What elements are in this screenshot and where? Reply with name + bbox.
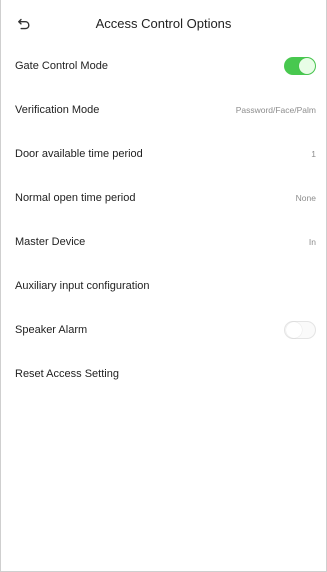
- gate-control-mode-label: Gate Control Mode: [15, 60, 108, 72]
- door-available-time-period-label: Door available time period: [15, 148, 143, 160]
- access-control-options-screen: Access Control Options Gate Control Mode…: [0, 0, 327, 572]
- back-arrow-icon[interactable]: [15, 15, 33, 33]
- speaker-alarm-toggle-knob: [286, 322, 302, 338]
- settings-list: Gate Control Mode Verification Mode Pass…: [15, 48, 318, 400]
- normal-open-time-period-value: None: [295, 193, 316, 203]
- door-available-time-period-row[interactable]: Door available time period 1: [15, 136, 318, 172]
- speaker-alarm-toggle[interactable]: [284, 321, 316, 339]
- gate-control-mode-row[interactable]: Gate Control Mode: [15, 48, 318, 84]
- gate-control-mode-toggle[interactable]: [284, 57, 316, 75]
- door-available-time-period-value: 1: [311, 149, 316, 159]
- header-bar: [15, 0, 318, 48]
- speaker-alarm-label: Speaker Alarm: [15, 324, 88, 336]
- normal-open-time-period-row[interactable]: Normal open time period None: [15, 180, 318, 216]
- auxiliary-input-configuration-row[interactable]: Auxiliary input configuration: [15, 268, 318, 304]
- master-device-row[interactable]: Master Device In: [15, 224, 318, 260]
- verification-mode-label: Verification Mode: [15, 104, 100, 116]
- normal-open-time-period-label: Normal open time period: [15, 192, 136, 204]
- master-device-value: In: [308, 237, 316, 247]
- speaker-alarm-row[interactable]: Speaker Alarm: [15, 312, 318, 348]
- reset-access-setting-row[interactable]: Reset Access Setting: [15, 356, 318, 392]
- master-device-label: Master Device: [15, 236, 86, 248]
- verification-mode-value: Password/Face/Palm: [235, 105, 316, 115]
- auxiliary-input-configuration-label: Auxiliary input configuration: [15, 280, 150, 292]
- verification-mode-row[interactable]: Verification Mode Password/Face/Palm: [15, 92, 318, 128]
- gate-control-mode-toggle-knob: [299, 58, 315, 74]
- reset-access-setting-label: Reset Access Setting: [15, 368, 119, 380]
